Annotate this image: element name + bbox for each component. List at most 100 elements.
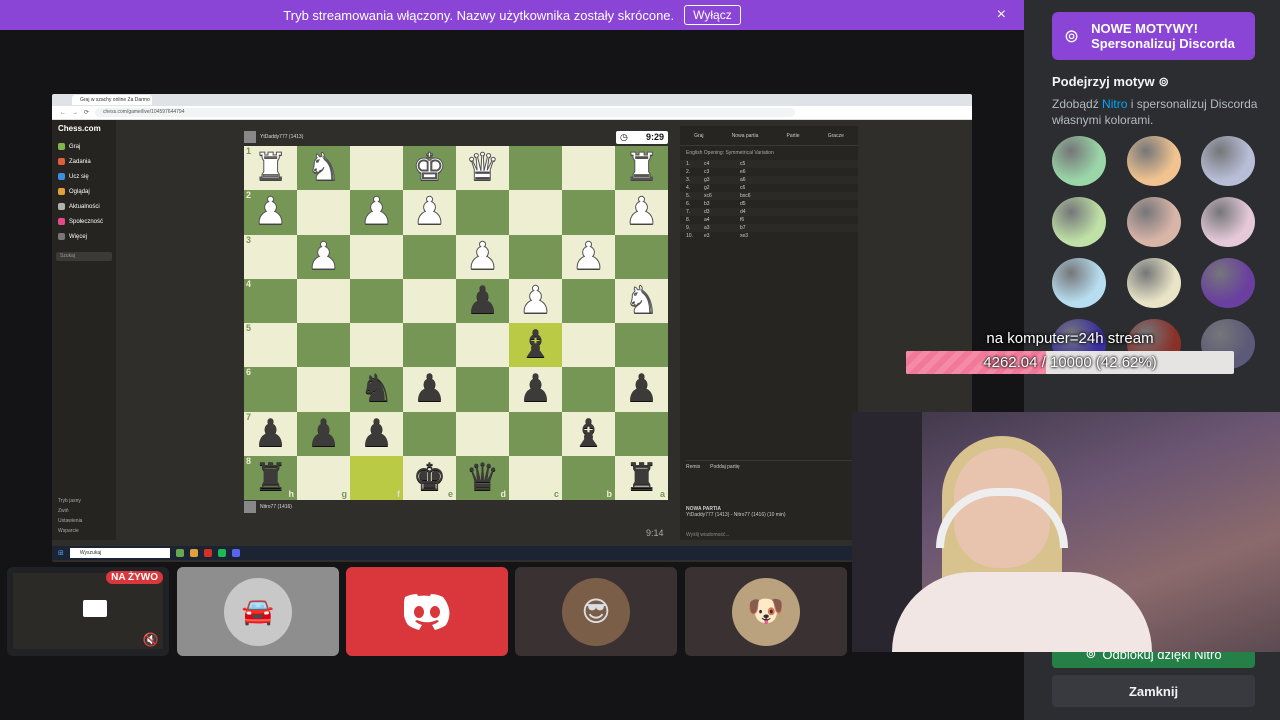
- nitro-promo-banner[interactable]: ⊚ NOWE MOTYWY! Spersonalizuj Discorda: [1052, 12, 1255, 60]
- board-square[interactable]: [297, 278, 350, 323]
- board-square[interactable]: [562, 190, 615, 235]
- board-square[interactable]: ♞: [350, 367, 403, 412]
- black-king-icon[interactable]: ♚: [412, 459, 446, 497]
- board-square[interactable]: f: [350, 455, 403, 500]
- nitro-link[interactable]: Nitro: [1102, 97, 1127, 111]
- close-icon[interactable]: ×: [997, 6, 1006, 24]
- chess-board[interactable]: 1 ♜ ♞ ♚ ♛ ♜ 2 ♟ ♟ ♟ ♟ 3 ♟ ♟ ♟ 4 ♟ ♟ ♞ 5 ♝ 6 ♞ ♟ ♟ ♟ 7 ♟ ♟ ♟ ♝ 8 h ♜ g f e ♚ d ♛…: [244, 146, 668, 500]
- theme-swatch[interactable]: [1127, 197, 1181, 247]
- board-square[interactable]: [350, 234, 403, 279]
- white-pawn-icon[interactable]: ♟: [253, 193, 288, 232]
- board-square[interactable]: 7 ♟: [244, 411, 297, 456]
- board-square[interactable]: [403, 411, 456, 456]
- board-square[interactable]: [297, 190, 350, 235]
- chesscom-bottom-link[interactable]: Tryb jasny: [52, 496, 116, 506]
- board-square[interactable]: [562, 278, 615, 323]
- board-square[interactable]: [615, 411, 668, 456]
- board-square[interactable]: g: [297, 455, 350, 500]
- white-pawn-icon[interactable]: ♟: [571, 237, 606, 276]
- white-pawn-icon[interactable]: ♟: [412, 193, 447, 232]
- black-queen-icon[interactable]: ♛: [465, 459, 499, 497]
- board-square[interactable]: ♜: [615, 146, 668, 191]
- black-pawn-icon[interactable]: ♟: [518, 370, 552, 408]
- board-square[interactable]: ♚: [403, 146, 456, 191]
- black-rook-icon[interactable]: ♜: [624, 459, 658, 497]
- board-square[interactable]: ♟: [615, 367, 668, 412]
- board-square[interactable]: ♟: [456, 234, 509, 279]
- move-row[interactable]: 2. c3 e6: [680, 168, 858, 176]
- board-square[interactable]: [562, 367, 615, 412]
- board-square[interactable]: ♟: [403, 367, 456, 412]
- move-row[interactable]: 3. g3 a6: [680, 176, 858, 184]
- theme-swatch[interactable]: [1201, 258, 1255, 308]
- chesscom-bottom-link[interactable]: Wsparcie: [52, 526, 116, 536]
- theme-swatch[interactable]: [1201, 197, 1255, 247]
- shared-screen[interactable]: Graj w szachy online Za Darmo ← → ⟳ ches…: [52, 94, 972, 562]
- panel-tab[interactable]: Partie: [787, 133, 800, 139]
- resign-button[interactable]: Poddaj partię: [710, 464, 739, 470]
- chesscom-nav-item[interactable]: Ucz się: [52, 169, 116, 184]
- white-rook-icon[interactable]: ♜: [253, 149, 288, 188]
- black-pawn-icon[interactable]: ♟: [624, 370, 658, 408]
- panel-tab[interactable]: Nowa partia: [732, 133, 759, 139]
- move-row[interactable]: 6. b3 d5: [680, 200, 858, 208]
- board-square[interactable]: ♟: [615, 190, 668, 235]
- board-square[interactable]: [297, 367, 350, 412]
- board-square[interactable]: ♟: [509, 278, 562, 323]
- board-square[interactable]: d ♛: [456, 455, 509, 500]
- white-pawn-icon[interactable]: ♟: [359, 193, 394, 232]
- board-square[interactable]: [456, 367, 509, 412]
- board-square[interactable]: ♟: [456, 278, 509, 323]
- board-square[interactable]: ♟: [297, 234, 350, 279]
- board-square[interactable]: 8 h ♜: [244, 455, 297, 500]
- board-square[interactable]: ♟: [350, 190, 403, 235]
- board-square[interactable]: 4: [244, 278, 297, 323]
- move-row[interactable]: 10. e3 xe3: [680, 232, 858, 240]
- board-square[interactable]: c: [509, 455, 562, 500]
- chesscom-nav-item[interactable]: Aktualności: [52, 199, 116, 214]
- disable-streamer-mode-button[interactable]: Wyłącz: [684, 5, 741, 25]
- move-row[interactable]: 7. d3 d4: [680, 208, 858, 216]
- board-square[interactable]: [403, 278, 456, 323]
- tile-participant-discord[interactable]: [346, 567, 508, 656]
- theme-swatch[interactable]: [1127, 258, 1181, 308]
- white-king-icon[interactable]: ♚: [412, 149, 447, 188]
- board-square[interactable]: [350, 323, 403, 368]
- move-row[interactable]: 8. a4 f6: [680, 216, 858, 224]
- board-square[interactable]: ♛: [456, 146, 509, 191]
- black-pawn-icon[interactable]: ♟: [359, 415, 393, 453]
- tile-participant-sunglasses[interactable]: 😎: [515, 567, 677, 656]
- tile-participant-car[interactable]: 🚘: [177, 567, 339, 656]
- board-square[interactable]: ♟: [297, 411, 350, 456]
- white-rook-icon[interactable]: ♜: [624, 149, 659, 188]
- board-square[interactable]: [297, 323, 350, 368]
- board-square[interactable]: [403, 323, 456, 368]
- chesscom-bottom-link[interactable]: Ustawienia: [52, 516, 116, 526]
- close-button[interactable]: Zamknij: [1052, 675, 1255, 707]
- board-square[interactable]: ♝: [562, 411, 615, 456]
- chesscom-nav-item[interactable]: Zadania: [52, 154, 116, 169]
- board-square[interactable]: [509, 234, 562, 279]
- panel-tab[interactable]: Gracze: [828, 133, 844, 139]
- board-square[interactable]: e ♚: [403, 455, 456, 500]
- app-icon[interactable]: [175, 549, 184, 557]
- board-square[interactable]: ♟: [403, 190, 456, 235]
- board-square[interactable]: [350, 146, 403, 191]
- board-square[interactable]: [615, 323, 668, 368]
- board-square[interactable]: 2 ♟: [244, 190, 297, 235]
- board-square[interactable]: ♞: [297, 146, 350, 191]
- tile-participant-dog[interactable]: 🐶: [685, 567, 847, 656]
- taskbar-search[interactable]: Wyszukaj: [69, 548, 170, 558]
- board-square[interactable]: ♟: [562, 234, 615, 279]
- panel-tab[interactable]: Graj: [694, 133, 703, 139]
- chesscom-bottom-link[interactable]: Zwiń: [52, 506, 116, 516]
- board-square[interactable]: [456, 190, 509, 235]
- theme-swatch[interactable]: [1052, 258, 1106, 308]
- board-square[interactable]: [562, 146, 615, 191]
- tile-screen-share[interactable]: NA ŻYWO 🔇: [7, 567, 169, 656]
- board-square[interactable]: 3: [244, 234, 297, 279]
- move-row[interactable]: 1. c4 c5: [680, 160, 858, 168]
- speaker-muted-icon[interactable]: 🔇: [143, 632, 159, 648]
- board-square[interactable]: [509, 190, 562, 235]
- black-knight-icon[interactable]: ♞: [359, 370, 393, 408]
